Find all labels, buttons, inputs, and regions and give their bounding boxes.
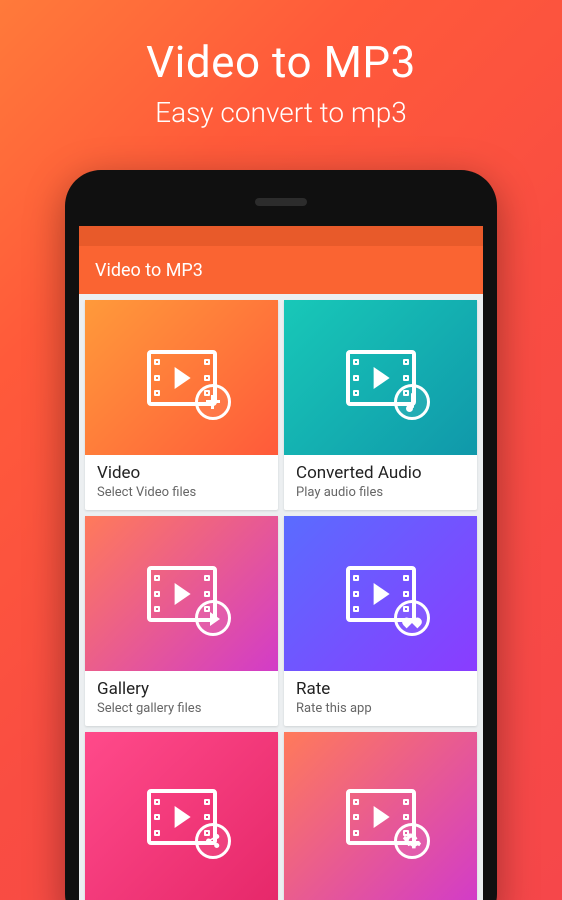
tile-rate-art	[284, 516, 477, 671]
film-play-icon	[147, 350, 217, 406]
tile-gallery-art	[85, 516, 278, 671]
film-play-icon	[346, 566, 416, 622]
tile-subtitle: Select Video files	[97, 485, 266, 500]
film-play-icon	[147, 789, 217, 845]
tile-video-art	[85, 300, 278, 455]
tile-share-art	[85, 732, 278, 900]
tile-subtitle: Play audio files	[296, 485, 465, 500]
promo-title: Video to MP3	[146, 36, 416, 88]
phone-frame: Video to MP3 Video	[65, 170, 497, 900]
mini-play-icon	[195, 600, 231, 636]
music-note-icon	[394, 384, 430, 420]
tile-grid: Video Select Video files	[79, 294, 483, 900]
promo-subtitle: Easy convert to mp3	[155, 96, 407, 129]
tile-title: Video	[97, 463, 266, 483]
tile-title: Converted Audio	[296, 463, 465, 483]
app-title: Video to MP3	[95, 260, 203, 281]
gear-icon	[394, 823, 430, 859]
film-play-icon	[346, 350, 416, 406]
heart-icon	[394, 600, 430, 636]
tile-share[interactable]: Share	[85, 732, 278, 900]
tile-settings[interactable]: Settings	[284, 732, 477, 900]
tile-video[interactable]: Video Select Video files	[85, 300, 278, 510]
promo-background: Video to MP3 Easy convert to mp3 Video t…	[0, 0, 562, 900]
tile-subtitle: Select gallery files	[97, 701, 266, 716]
film-play-icon	[147, 566, 217, 622]
tile-title: Rate	[296, 679, 465, 699]
film-play-icon	[346, 789, 416, 845]
app-bar: Video to MP3	[79, 246, 483, 294]
share-icon	[195, 823, 231, 859]
status-bar	[79, 226, 483, 246]
tile-audio-art	[284, 300, 477, 455]
phone-screen: Video to MP3 Video	[79, 226, 483, 900]
tile-subtitle: Rate this app	[296, 701, 465, 716]
tile-gallery[interactable]: Gallery Select gallery files	[85, 516, 278, 726]
plus-icon	[195, 384, 231, 420]
tile-rate[interactable]: Rate Rate this app	[284, 516, 477, 726]
tile-settings-art	[284, 732, 477, 900]
tile-title: Gallery	[97, 679, 266, 699]
tile-converted-audio[interactable]: Converted Audio Play audio files	[284, 300, 477, 510]
